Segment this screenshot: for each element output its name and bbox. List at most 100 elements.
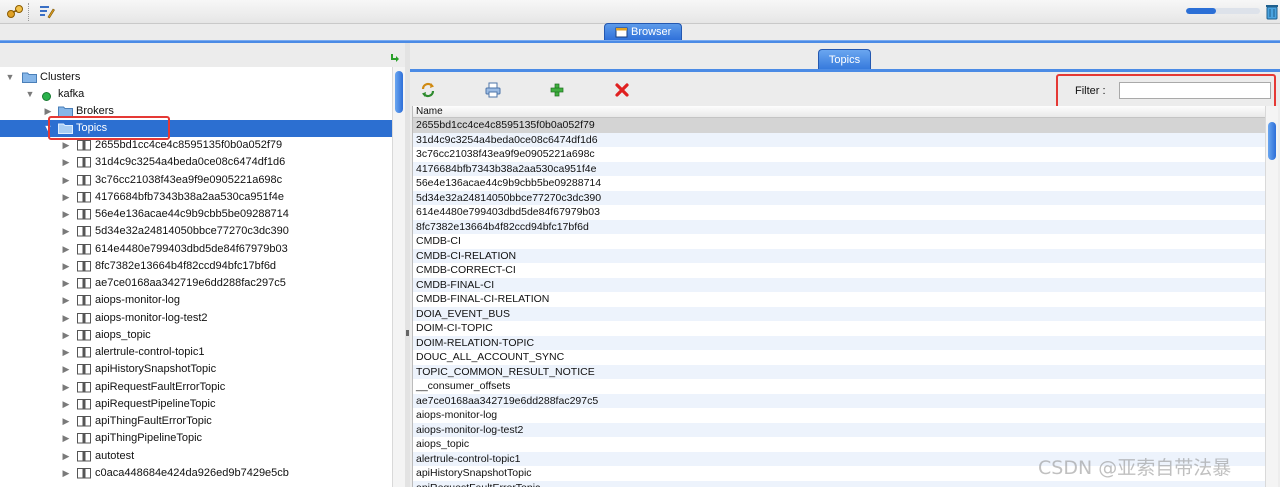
tree-node-topic[interactable]: ▶ aiops-monitor-log-test2 — [0, 310, 392, 327]
tree-node-topic[interactable]: ▶ aiops_topic — [0, 327, 392, 344]
table-row[interactable]: apiRequestFaultErrorTopic — [413, 480, 1265, 487]
table-row[interactable]: CMDB-CI-RELATION — [413, 248, 1265, 263]
table-row[interactable]: aiops_topic — [413, 437, 1265, 452]
table-row[interactable]: 614e4480e799403dbd5de84f67979b03 — [413, 205, 1265, 220]
tree-node-topic[interactable]: ▶ aiops-monitor-log — [0, 292, 392, 309]
tree-node-topic[interactable]: ▶ apiRequestFaultErrorTopic — [0, 379, 392, 396]
tab-browser-label: Browser — [631, 26, 672, 38]
tree-node-label: ae7ce0168aa342719e6dd288fac297c5 — [95, 277, 286, 289]
expand-toggle-icon[interactable]: ▶ — [61, 275, 71, 292]
tree-node-label: alertrule-control-topic1 — [95, 346, 205, 358]
tree-node-topic[interactable]: ▶ 3c76cc21038f43ea9f9e0905221a698c — [0, 172, 392, 189]
expand-toggle-icon[interactable]: ▶ — [61, 379, 71, 396]
table-row[interactable]: 4176684bfb7343b38a2aa530ca951f4e — [413, 161, 1265, 176]
tree-node-topic[interactable]: ▶ 8fc7382e13664b4f82ccd94bfc17bf6d — [0, 258, 392, 275]
tree-node-label: apiRequestFaultErrorTopic — [95, 380, 226, 393]
table-scrollbar[interactable] — [1265, 106, 1278, 487]
table-row[interactable]: DOIM-CI-TOPIC — [413, 321, 1265, 336]
splitter-grip-icon[interactable] — [406, 330, 409, 336]
tree-node-label: autotest — [95, 449, 135, 462]
tree-node-label: apiRequestPipelineTopic — [95, 397, 216, 410]
expand-toggle-icon[interactable]: ▶ — [61, 154, 71, 171]
tree-node-label: apiHistorySnapshotTopic — [95, 363, 217, 376]
expand-toggle-icon[interactable]: ▶ — [61, 258, 71, 275]
table-row[interactable]: 8fc7382e13664b4f82ccd94bfc17bf6d — [413, 219, 1265, 234]
expand-toggle-icon[interactable]: ▶ — [61, 172, 71, 189]
tree-node-cluster-kafka[interactable]: ▼ kafka — [0, 86, 392, 103]
table-row[interactable]: CMDB-FINAL-CI-RELATION — [413, 292, 1265, 307]
table-row[interactable]: DOUC_ALL_ACCOUNT_SYNC — [413, 350, 1265, 365]
tree-node-topic[interactable]: ▶ 31d4c9c3254a4beda0ce08c6474df1d6 — [0, 154, 392, 171]
tree-node-topic[interactable]: ▶ c0aca448684e424da926ed9b7429e5cb — [0, 465, 392, 482]
expand-toggle-icon[interactable]: ▶ — [61, 206, 71, 223]
expand-toggle-icon[interactable]: ▶ — [61, 310, 71, 327]
collapse-arrow-icon[interactable] — [390, 53, 400, 66]
table-row[interactable]: __consumer_offsets — [413, 379, 1265, 394]
scrollbar-thumb[interactable] — [1268, 122, 1276, 160]
expand-toggle-icon[interactable]: ▼ — [5, 69, 15, 86]
table-row[interactable]: CMDB-CI — [413, 234, 1265, 249]
tree-node-label: 4176684bfb7343b38a2aa530ca951f4e — [95, 190, 285, 203]
tree-node-topic[interactable]: ▶ 56e4e136acae44c9b9cbb5be09288714 — [0, 206, 392, 223]
expand-toggle-icon[interactable]: ▶ — [61, 361, 71, 378]
table-row[interactable]: 5d34e32a24814050bbce77270c3dc390 — [413, 190, 1265, 205]
expand-toggle-icon[interactable]: ▶ — [61, 241, 71, 258]
table-row[interactable]: aiops-monitor-log-test2 — [413, 422, 1265, 437]
tree-node-label: apiThingPipelineTopic — [95, 432, 203, 445]
trash-icon[interactable] — [1264, 3, 1280, 21]
table-row[interactable]: CMDB-FINAL-CI — [413, 277, 1265, 292]
expand-toggle-icon[interactable]: ▶ — [61, 223, 71, 240]
expand-toggle-icon[interactable]: ▶ — [61, 396, 71, 413]
tree-node-clusters[interactable]: ▼ Clusters — [0, 69, 392, 86]
tree-node-topic[interactable]: ▶ autotest — [0, 448, 392, 465]
tree-node-topic[interactable]: ▶ 5d34e32a24814050bbce77270c3dc390 — [0, 223, 392, 240]
connect-icon[interactable] — [6, 3, 24, 21]
table-row[interactable]: DOIM-RELATION-TOPIC — [413, 335, 1265, 350]
watermark: CSDN @亚索自带法暴 — [1038, 457, 1232, 479]
tree-node-topic[interactable]: ▶ 4176684bfb7343b38a2aa530ca951f4e — [0, 189, 392, 206]
add-icon[interactable] — [549, 82, 565, 98]
tree-node-label: 8fc7382e13664b4f82ccd94bfc17bf6d — [95, 259, 277, 272]
refresh-icon[interactable] — [420, 82, 436, 98]
tree-node-topic[interactable]: ▶ apiThingPipelineTopic — [0, 430, 392, 447]
delete-icon[interactable] — [614, 82, 630, 98]
table-row[interactable]: CMDB-CORRECT-CI — [413, 263, 1265, 278]
expand-toggle-icon[interactable]: ▼ — [25, 86, 35, 103]
table-row[interactable]: aiops-monitor-log — [413, 408, 1265, 423]
table-row[interactable]: 56e4e136acae44c9b9cbb5be09288714 — [413, 176, 1265, 191]
scrollbar-thumb[interactable] — [395, 71, 403, 113]
expand-toggle-icon[interactable]: ▶ — [61, 344, 71, 361]
tree-node-label: aiops-monitor-log — [95, 294, 180, 307]
pane-splitter[interactable] — [405, 43, 410, 487]
tree-node-topic[interactable]: ▶ apiHistorySnapshotTopic — [0, 361, 392, 378]
tab-topics[interactable]: Topics — [818, 49, 871, 70]
table-row[interactable]: ae7ce0168aa342719e6dd288fac297c5 — [413, 393, 1265, 408]
tree-node-topic[interactable]: ▶ apiThingFaultErrorTopic — [0, 413, 392, 430]
table-row[interactable]: DOIA_EVENT_BUS — [413, 306, 1265, 321]
column-header-name[interactable]: Name — [413, 106, 1265, 118]
expand-toggle-icon[interactable]: ▶ — [61, 292, 71, 309]
expand-toggle-icon[interactable]: ▶ — [61, 327, 71, 344]
expand-toggle-icon[interactable]: ▶ — [61, 465, 71, 482]
expand-toggle-icon[interactable]: ▶ — [61, 413, 71, 430]
expand-toggle-icon[interactable]: ▶ — [61, 448, 71, 465]
tree-node-topic[interactable]: ▶ apiRequestPipelineTopic — [0, 396, 392, 413]
tree-node-topic[interactable]: ▶ 614e4480e799403dbd5de84f67979b03 — [0, 241, 392, 258]
expand-toggle-icon[interactable]: ▶ — [61, 430, 71, 447]
tab-browser[interactable]: Browser — [604, 23, 682, 41]
main-toolbar — [0, 0, 1280, 24]
table-row[interactable]: TOPIC_COMMON_RESULT_NOTICE — [413, 364, 1265, 379]
tree-node-label: c0aca448684e424da926ed9b7429e5cb — [95, 466, 289, 479]
edit-icon[interactable] — [38, 3, 56, 21]
tab-topics-label: Topics — [828, 54, 861, 66]
tree-scrollbar[interactable] — [392, 67, 405, 487]
table-row[interactable]: 2655bd1cc4ce4c8595135f0b0a052f79 — [413, 118, 1265, 133]
tree-node-topic[interactable]: ▶ ae7ce0168aa342719e6dd288fac297c5 — [0, 275, 392, 292]
table-row[interactable]: 3c76cc21038f43ea9f9e0905221a698c — [413, 147, 1265, 162]
tree-node-topic[interactable]: ▶ alertrule-control-topic1 — [0, 344, 392, 361]
annotation-highlight-topics — [48, 116, 170, 140]
print-icon[interactable] — [485, 82, 501, 98]
expand-toggle-icon[interactable]: ▶ — [61, 189, 71, 206]
table-row[interactable]: 31d4c9c3254a4beda0ce08c6474df1d6 — [413, 132, 1265, 147]
tree-node-label: 5d34e32a24814050bbce77270c3dc390 — [95, 225, 289, 238]
